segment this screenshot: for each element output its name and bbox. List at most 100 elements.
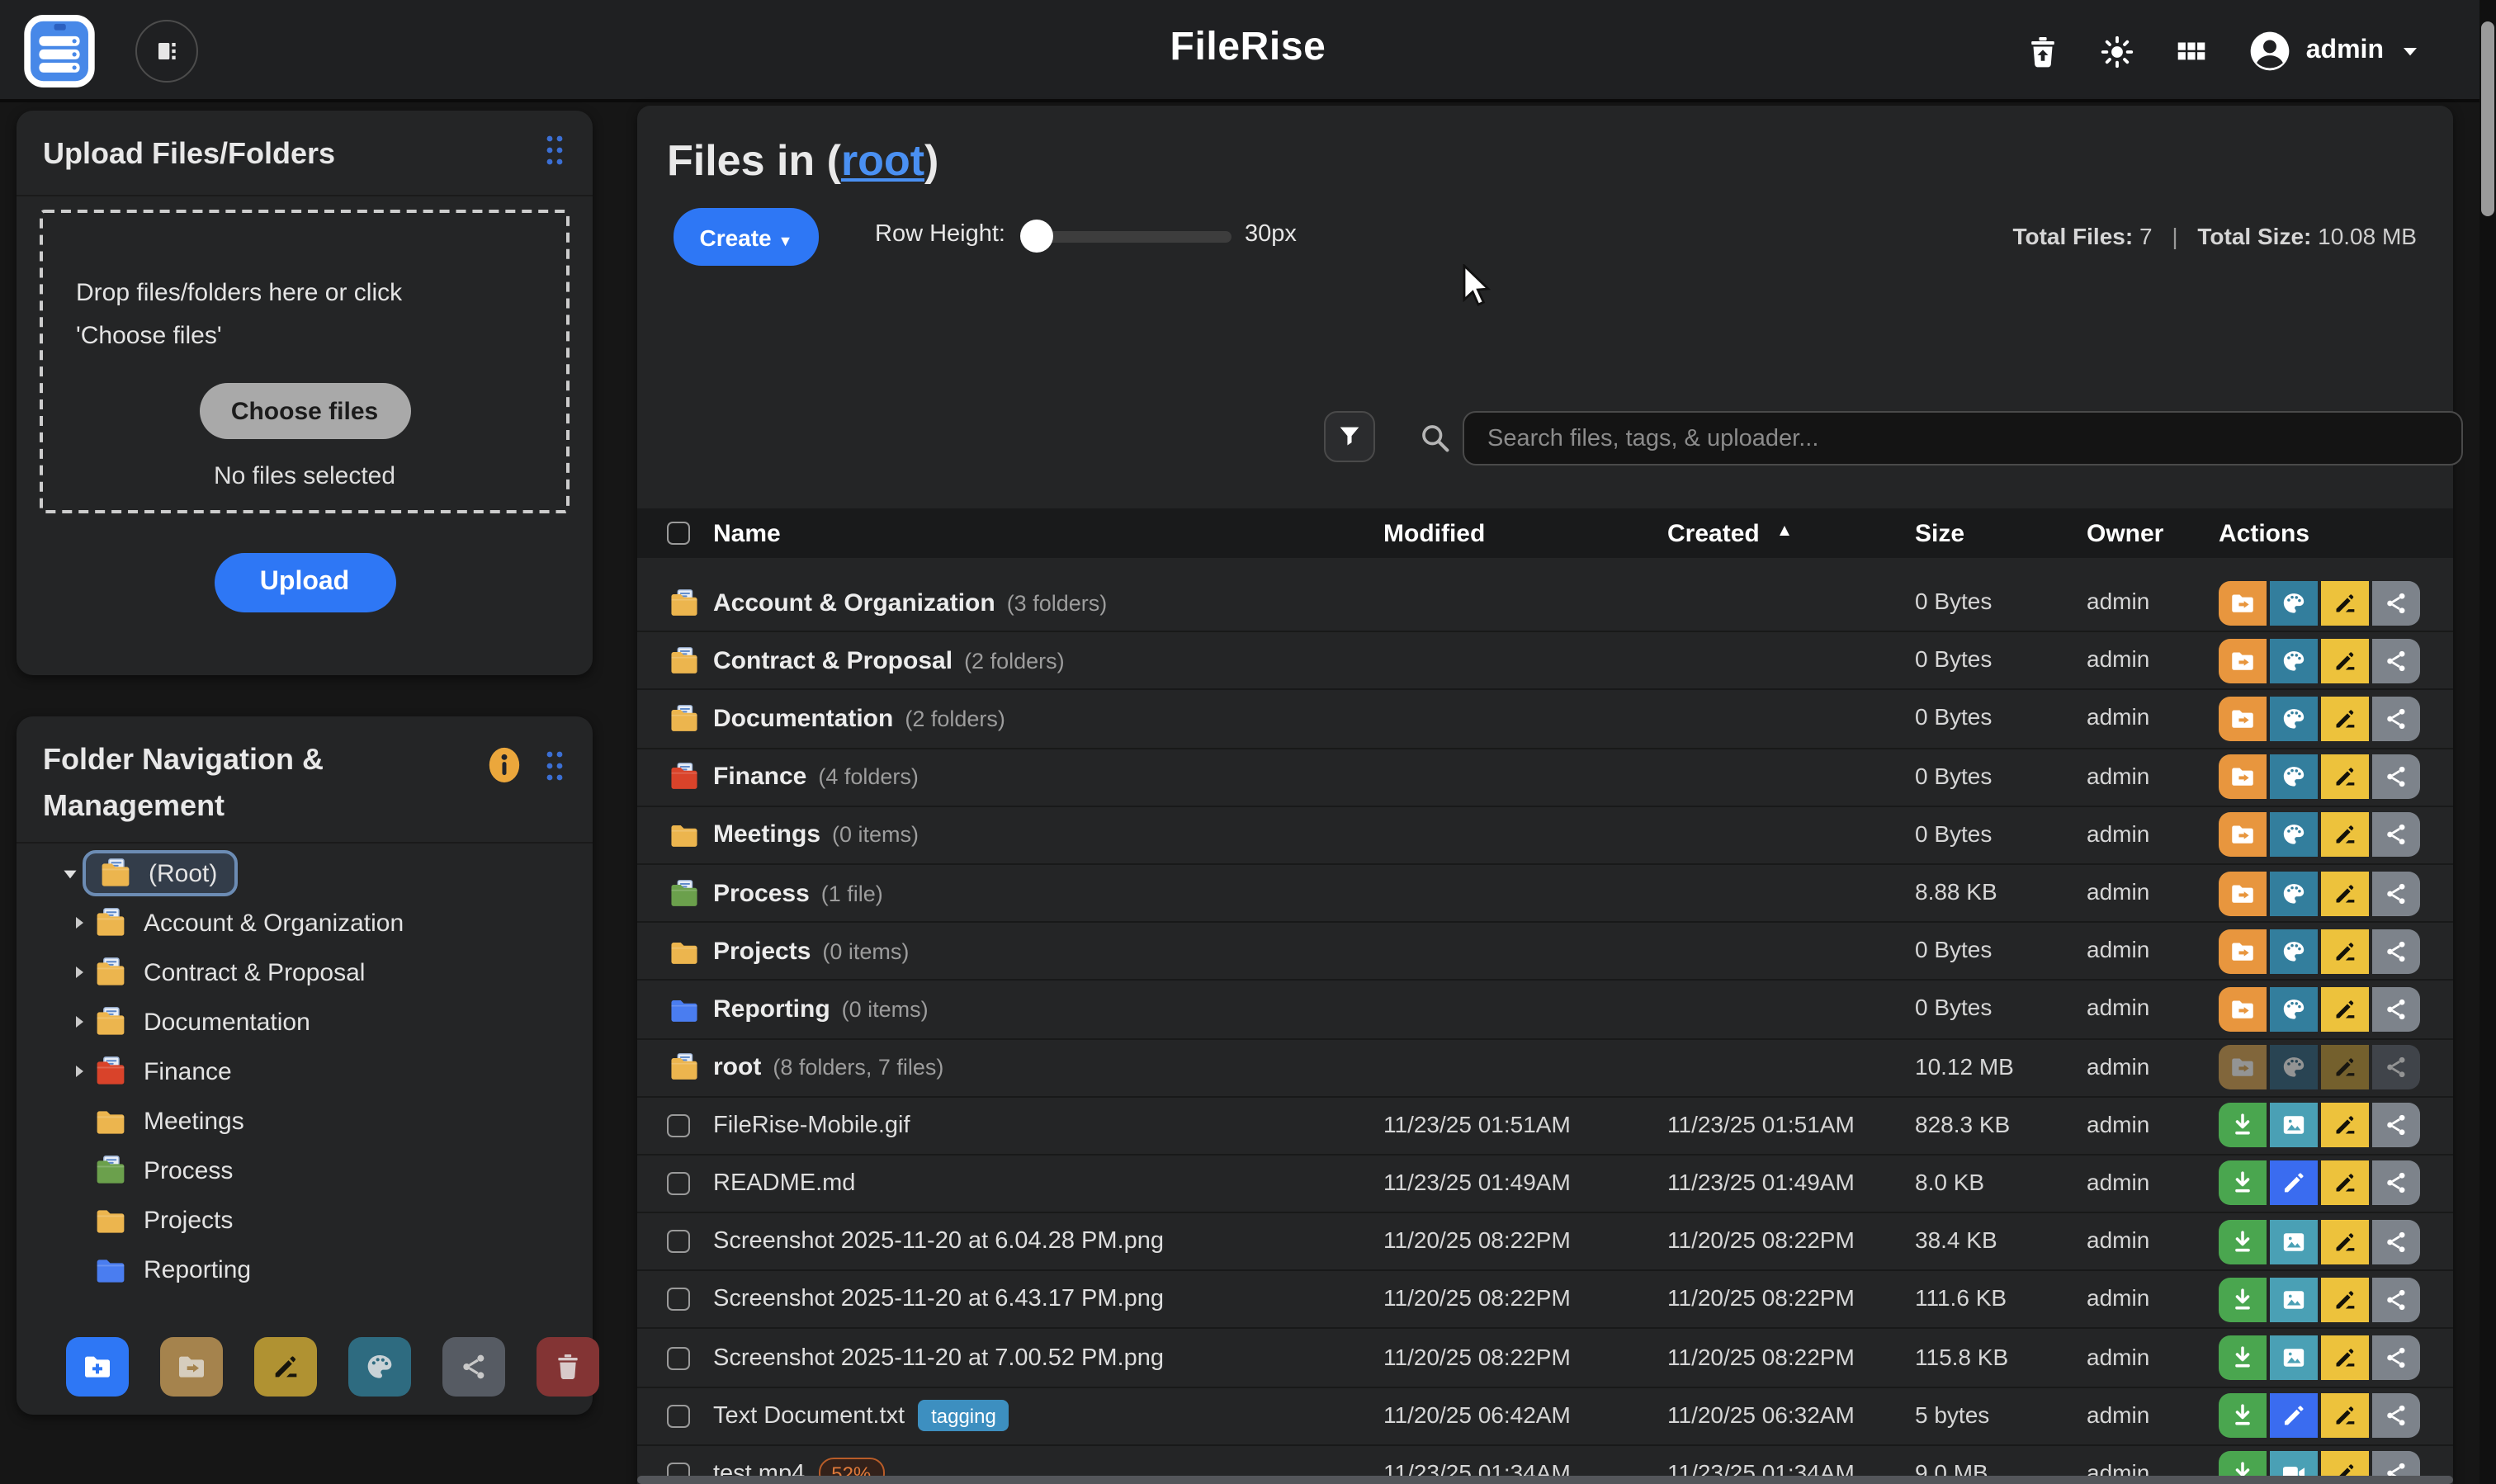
folder-move-action-button[interactable] <box>2219 697 2267 741</box>
download-action-button[interactable] <box>2219 1104 2267 1148</box>
share-action-button[interactable] <box>2372 1219 2420 1264</box>
folder-row-documentation[interactable]: Documentation(2 folders)0 Bytesadmin <box>637 691 2453 749</box>
page-scrollbar[interactable] <box>2479 0 2496 1484</box>
row-checkbox[interactable] <box>667 1404 690 1427</box>
share-action-button[interactable] <box>2372 871 2420 915</box>
download-action-button[interactable] <box>2219 1335 2267 1380</box>
folder-row-contract-proposal[interactable]: Contract & Proposal(2 folders)0 Bytesadm… <box>637 632 2453 690</box>
file-row-text-document-txt[interactable]: Text Document.txttagging11/20/25 06:42AM… <box>637 1387 2453 1445</box>
column-header-modified[interactable]: Modified <box>1383 519 1667 547</box>
file-row-screenshot-2025-11-20-at-7-00-52-pm-png[interactable]: Screenshot 2025-11-20 at 7.00.52 PM.png1… <box>637 1330 2453 1387</box>
trash-restore-icon[interactable] <box>2024 32 2062 70</box>
palette-action-button[interactable] <box>2270 580 2318 625</box>
choose-files-button[interactable]: Choose files <box>199 383 410 439</box>
caret-right-icon[interactable] <box>66 1061 92 1081</box>
share-action-button[interactable] <box>2372 987 2420 1032</box>
file-name[interactable]: FileRise-Mobile.gif <box>713 1113 910 1139</box>
folder-row-account-organization[interactable]: Account & Organization(3 folders)0 Bytes… <box>637 574 2453 632</box>
image-action-button[interactable] <box>2270 1219 2318 1264</box>
folder-row-projects[interactable]: Projects(0 items)0 Bytesadmin <box>637 923 2453 981</box>
rename-action-button[interactable] <box>2321 580 2369 625</box>
palette-action-button[interactable] <box>2270 813 2318 858</box>
share-action-button[interactable] <box>2372 1393 2420 1438</box>
share-action-button[interactable] <box>2372 929 2420 973</box>
folder-name[interactable]: Account & Organization <box>713 588 995 617</box>
rename-action-button[interactable] <box>2321 697 2369 741</box>
folder-name[interactable]: Projects <box>713 937 811 965</box>
palette-action-button[interactable] <box>2270 871 2318 915</box>
folder-move-action-button[interactable] <box>2219 813 2267 858</box>
create-button[interactable]: Create▼ <box>674 208 819 266</box>
caret-right-icon[interactable] <box>66 913 92 933</box>
file-name[interactable]: Screenshot 2025-11-20 at 6.43.17 PM.png <box>713 1287 1164 1313</box>
theme-toggle-sun-icon[interactable] <box>2098 32 2136 70</box>
row-checkbox[interactable] <box>667 1114 690 1137</box>
share-action-button[interactable] <box>2372 754 2420 799</box>
tree-item-account-organization[interactable]: Account & Organization <box>17 898 593 948</box>
folder-name[interactable]: Process <box>713 879 810 907</box>
rename-folder-button[interactable] <box>254 1337 317 1397</box>
share-folder-button[interactable] <box>442 1337 505 1397</box>
column-header-created[interactable]: Created <box>1667 519 1915 547</box>
folder-row-process[interactable]: Process(1 file)8.88 KBadmin <box>637 865 2453 923</box>
tree-item-reporting[interactable]: Reporting <box>17 1245 593 1294</box>
file-name[interactable]: Screenshot 2025-11-20 at 6.04.28 PM.png <box>713 1228 1164 1255</box>
row-height-slider[interactable] <box>1023 231 1231 243</box>
selected-folder-chip[interactable]: (Root) <box>83 850 237 896</box>
folder-name[interactable]: root <box>713 1053 761 1081</box>
rename-action-button[interactable] <box>2321 754 2369 799</box>
folder-row-meetings[interactable]: Meetings(0 items)0 Bytesadmin <box>637 807 2453 865</box>
move-folder-button[interactable] <box>160 1337 223 1397</box>
tree-item-meetings[interactable]: Meetings <box>17 1096 593 1146</box>
share-action-button[interactable] <box>2372 1335 2420 1380</box>
create-folder-button[interactable] <box>66 1337 129 1397</box>
caret-down-icon[interactable] <box>56 863 83 884</box>
folder-row-reporting[interactable]: Reporting(0 items)0 Bytesadmin <box>637 981 2453 1039</box>
palette-action-button[interactable] <box>2270 754 2318 799</box>
row-checkbox[interactable] <box>667 1172 690 1195</box>
download-action-button[interactable] <box>2219 1219 2267 1264</box>
tag-badge[interactable]: tagging <box>918 1400 1009 1431</box>
file-row-screenshot-2025-11-20-at-6-43-17-pm-png[interactable]: Screenshot 2025-11-20 at 6.43.17 PM.png1… <box>637 1272 2453 1330</box>
palette-action-button[interactable] <box>2270 987 2318 1032</box>
info-icon[interactable] <box>485 744 523 787</box>
rename-action-button[interactable] <box>2321 987 2369 1032</box>
file-row-readme-md[interactable]: README.md11/23/25 01:49AM11/23/25 01:49A… <box>637 1156 2453 1213</box>
search-input[interactable] <box>1464 425 2461 451</box>
share-action-button[interactable] <box>2372 639 2420 683</box>
folder-name[interactable]: Meetings <box>713 821 820 849</box>
row-checkbox[interactable] <box>667 1230 690 1253</box>
rename-action-button[interactable] <box>2321 1393 2369 1438</box>
rename-action-button[interactable] <box>2321 1219 2369 1264</box>
folder-name[interactable]: Documentation <box>713 705 893 733</box>
download-action-button[interactable] <box>2219 1278 2267 1322</box>
file-row-screenshot-2025-11-20-at-6-04-28-pm-png[interactable]: Screenshot 2025-11-20 at 6.04.28 PM.png1… <box>637 1213 2453 1271</box>
folder-move-action-button[interactable] <box>2219 871 2267 915</box>
edit-action-button[interactable] <box>2270 1161 2318 1206</box>
user-menu[interactable]: admin <box>2247 28 2423 74</box>
horizontal-scrollbar[interactable] <box>637 1476 2453 1484</box>
folder-move-action-button[interactable] <box>2219 929 2267 973</box>
select-all-checkbox[interactable] <box>667 522 690 545</box>
delete-folder-button[interactable] <box>537 1337 599 1397</box>
rename-action-button[interactable] <box>2321 639 2369 683</box>
folder-move-action-button[interactable] <box>2219 754 2267 799</box>
column-header-owner[interactable]: Owner <box>2087 519 2219 547</box>
rename-action-button[interactable] <box>2321 871 2369 915</box>
folder-name[interactable]: Reporting <box>713 995 830 1023</box>
share-action-button[interactable] <box>2372 580 2420 625</box>
column-header-name[interactable]: Name <box>713 519 1383 547</box>
tree-item-documentation[interactable]: Documentation <box>17 997 593 1047</box>
folder-name[interactable]: Contract & Proposal <box>713 647 953 675</box>
page-scrollbar-thumb[interactable] <box>2481 21 2494 216</box>
rename-action-button[interactable] <box>2321 813 2369 858</box>
folder-move-action-button[interactable] <box>2219 987 2267 1032</box>
edit-action-button[interactable] <box>2270 1393 2318 1438</box>
share-action-button[interactable] <box>2372 1104 2420 1148</box>
tree-item-finance[interactable]: Finance <box>17 1047 593 1096</box>
file-name[interactable]: Text Document.txt <box>713 1402 905 1429</box>
filter-button[interactable] <box>1324 411 1375 462</box>
folder-row-finance[interactable]: Finance(4 folders)0 Bytesadmin <box>637 749 2453 806</box>
tree-item-process[interactable]: Process <box>17 1146 593 1195</box>
tree-item-projects[interactable]: Projects <box>17 1195 593 1245</box>
